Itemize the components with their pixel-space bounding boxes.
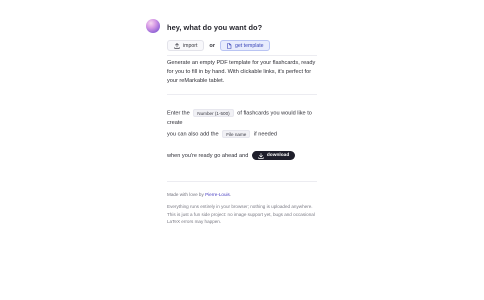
credits-prefix: Made with love by bbox=[167, 192, 204, 197]
download-line: when you're ready go ahead and download bbox=[167, 151, 296, 161]
divider bbox=[167, 55, 317, 56]
name-suffix: if needed bbox=[253, 131, 277, 138]
number-line: Enter the Number (1-500) of flashcards y… bbox=[167, 109, 317, 128]
divider bbox=[167, 181, 317, 182]
name-line: you can also add the File name if needed bbox=[167, 130, 277, 140]
name-prefix: you can also add the bbox=[167, 131, 219, 138]
number-input[interactable]: Number (1-500) bbox=[193, 109, 234, 117]
footer-note: Everything runs entirely in your browser… bbox=[167, 204, 315, 225]
get-template-button[interactable]: get template bbox=[220, 40, 270, 51]
enter-prefix: Enter the bbox=[167, 110, 190, 117]
page-title: hey, what do you want do? bbox=[167, 23, 263, 32]
credits-suffix: . bbox=[229, 192, 232, 197]
or-separator: or bbox=[209, 42, 216, 49]
divider bbox=[167, 94, 317, 95]
action-row: import or get template bbox=[167, 40, 270, 51]
avatar bbox=[146, 19, 160, 33]
get-template-label: get template bbox=[235, 42, 264, 49]
download-label: download bbox=[266, 152, 290, 158]
credits: Made with love by Pierre-Louis. bbox=[167, 192, 231, 197]
document-icon bbox=[226, 42, 232, 49]
intro-text: Generate an empty PDF template for your … bbox=[167, 60, 316, 85]
download-button[interactable]: download bbox=[251, 151, 296, 160]
import-label: import bbox=[183, 42, 198, 49]
download-prefix: when you're ready go ahead and bbox=[167, 152, 249, 159]
file-name-input[interactable]: File name bbox=[222, 130, 251, 138]
import-button[interactable]: import bbox=[167, 40, 205, 51]
author-link[interactable]: Pierre-Louis bbox=[205, 192, 230, 197]
download-icon bbox=[258, 152, 264, 159]
upload-icon bbox=[174, 42, 180, 49]
